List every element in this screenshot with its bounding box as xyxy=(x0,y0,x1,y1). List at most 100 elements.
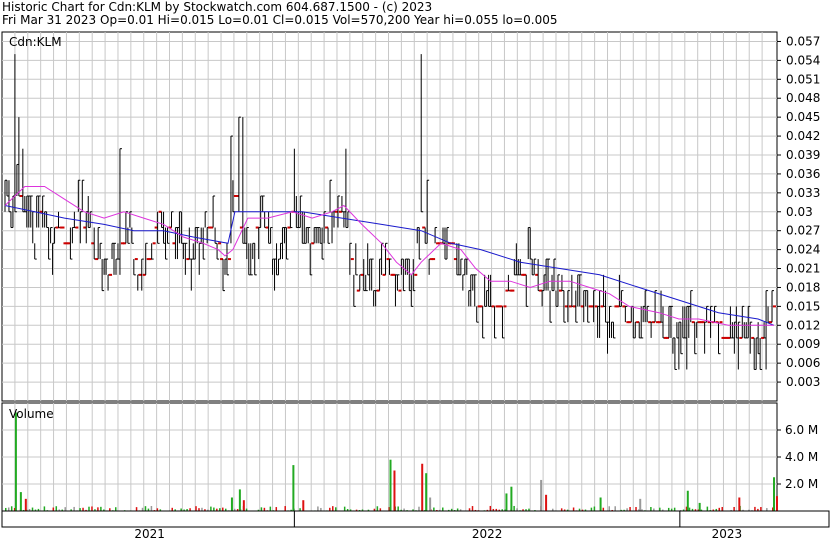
price-y-tick-label: 0.048 xyxy=(786,91,820,105)
price-y-tick-label: 0.057 xyxy=(786,34,820,48)
volume-bar xyxy=(738,497,741,511)
price-y-tick-label: 0.018 xyxy=(786,280,820,294)
price-y-tick-label: 0.054 xyxy=(786,53,820,67)
volume-bar xyxy=(425,473,428,511)
price-y-tick-label: 0.036 xyxy=(786,167,820,181)
volume-panel-label: Volume xyxy=(9,407,54,421)
volume-bar xyxy=(114,507,117,511)
volume-bar xyxy=(7,507,10,511)
volume-bar xyxy=(317,506,319,511)
price-flat-tick xyxy=(773,305,776,308)
volume-bar xyxy=(721,506,723,511)
volume-bar xyxy=(195,506,197,511)
volume-bar xyxy=(686,490,689,511)
stock-chart: 0.0570.0540.0510.0480.0450.0420.0390.036… xyxy=(1,31,830,541)
volume-bar xyxy=(489,505,492,511)
year-label: 2022 xyxy=(472,527,503,541)
volume-bar xyxy=(505,493,508,511)
volume-bar xyxy=(260,507,263,511)
volume-bar xyxy=(510,486,513,511)
volume-bar xyxy=(242,500,245,511)
price-flat-tick xyxy=(152,242,156,245)
volume-bar xyxy=(614,506,616,511)
volume-bar xyxy=(389,459,392,511)
volume-bar xyxy=(332,506,334,511)
volume-bar xyxy=(418,506,420,511)
volume-bar xyxy=(73,506,75,511)
volume-bar xyxy=(429,497,432,511)
volume-bar xyxy=(376,506,379,511)
price-y-tick-label: 0.024 xyxy=(786,243,820,257)
volume-bar xyxy=(397,506,399,511)
volume-bar xyxy=(629,507,631,511)
price-flat-tick xyxy=(432,258,436,261)
price-y-tick-label: 0.009 xyxy=(786,337,820,351)
volume-bar xyxy=(343,506,346,511)
x-axis: 2021 2022 2023 xyxy=(1,510,830,541)
volume-bar xyxy=(593,506,596,511)
volume-bar xyxy=(698,502,701,511)
year-label: 2021 xyxy=(134,527,165,541)
volume-bar xyxy=(144,506,147,511)
price-flat-tick xyxy=(61,226,65,229)
date-axis-frame xyxy=(1,510,830,528)
volume-bar xyxy=(213,507,215,511)
volume-bar xyxy=(14,412,17,511)
volume-bar xyxy=(302,500,305,511)
price-y-tick-label: 0.051 xyxy=(786,72,820,86)
volume-bar xyxy=(639,498,642,511)
volume-bar xyxy=(754,506,756,511)
price-y-tick-label: 0.006 xyxy=(786,356,820,370)
volume-panel: 6.0 M 4.0 M 2.0 M xyxy=(1,402,818,512)
volume-y-tick-label: 2.0 M xyxy=(785,477,818,491)
volume-bar xyxy=(775,496,778,511)
volume-bar xyxy=(150,506,153,511)
volume-bar xyxy=(421,463,424,511)
price-y-tick-label: 0.045 xyxy=(786,110,820,124)
volume-bar xyxy=(64,507,66,511)
price-flat-tick xyxy=(414,273,418,276)
volume-bar xyxy=(572,507,575,511)
volume-bar xyxy=(334,507,337,511)
price-flat-tick xyxy=(134,258,138,261)
price-y-tick-label: 0.03 xyxy=(786,205,813,219)
price-flat-tick xyxy=(218,242,222,245)
volume-bar xyxy=(513,505,515,511)
volume-bar xyxy=(650,507,652,511)
price-y-tick-label: 0.003 xyxy=(786,375,820,389)
price-flat-tick xyxy=(503,305,507,308)
price-y-tick-label: 0.021 xyxy=(786,262,820,276)
volume-bar xyxy=(393,470,396,511)
volume-bar xyxy=(52,507,55,511)
price-panel: 0.057 0.054 0.051 0.048 0.045 0.042 0.039 0.036… xyxy=(1,31,820,402)
price-flat-tick xyxy=(227,258,231,261)
volume-bar xyxy=(292,465,295,511)
volume-bar xyxy=(275,507,278,511)
price-flat-tick xyxy=(109,273,113,276)
volume-bar xyxy=(706,506,709,511)
volume-y-tick-label: 6.0 M xyxy=(785,423,818,437)
volume-bar xyxy=(19,492,22,511)
price-flat-tick xyxy=(350,258,354,261)
price-flat-tick xyxy=(398,289,402,292)
price-y-tick-label: 0.039 xyxy=(786,148,820,162)
volume-bar xyxy=(210,506,212,511)
volume-y-tick-label: 4.0 M xyxy=(785,450,818,464)
volume-bar xyxy=(100,506,102,511)
volume-bar xyxy=(24,498,27,511)
volume-bar xyxy=(471,506,474,511)
volume-bar xyxy=(608,506,611,511)
volume-bar xyxy=(230,497,233,511)
volume-bar xyxy=(222,507,224,511)
year-label: 2023 xyxy=(712,527,743,541)
volume-bar xyxy=(540,479,543,511)
price-y-tick-label: 0.015 xyxy=(786,299,820,313)
volume-bar xyxy=(599,497,602,511)
volume-bar xyxy=(733,506,735,511)
price-flat-tick xyxy=(511,289,515,292)
volume-bar xyxy=(55,506,58,511)
volume-bar xyxy=(238,489,241,511)
volume-bar xyxy=(635,507,637,511)
volume-bar xyxy=(10,506,13,511)
price-flat-tick xyxy=(719,321,723,324)
